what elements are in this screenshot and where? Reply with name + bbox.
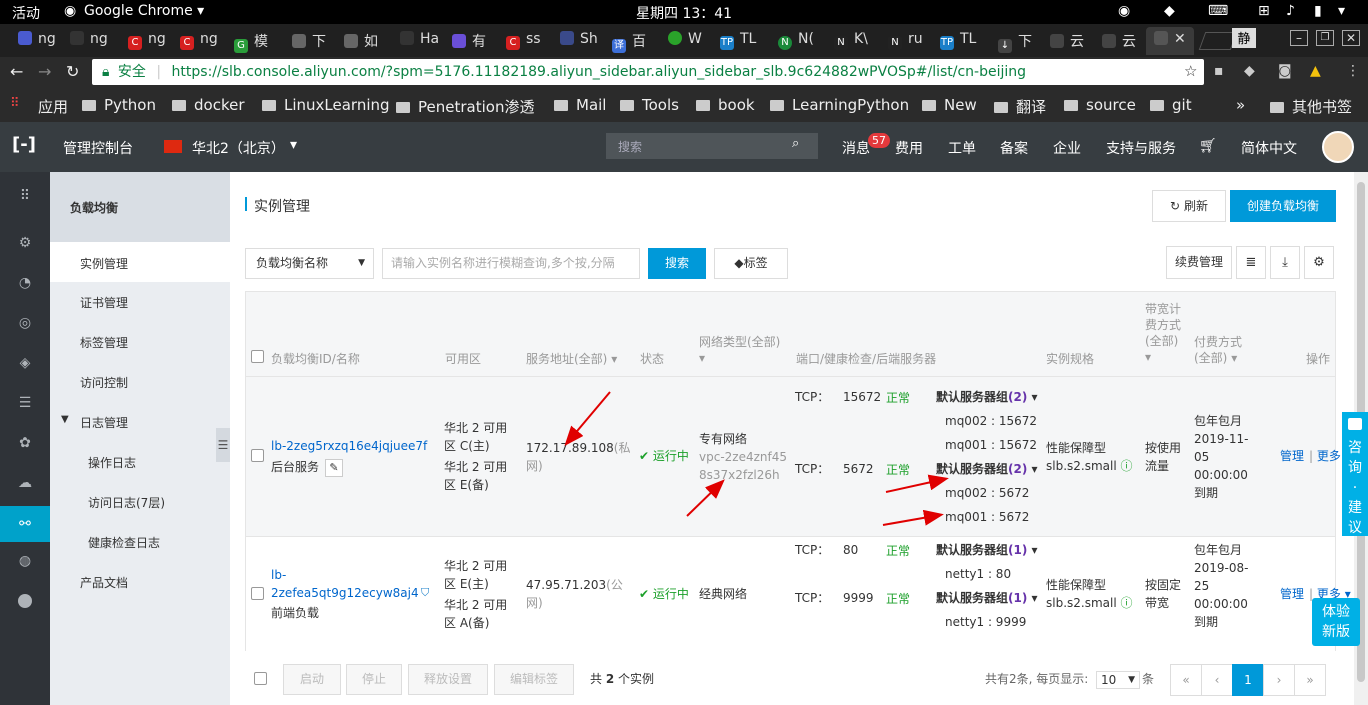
annotation-arrow: [686, 479, 725, 517]
annotation-arrow: [885, 474, 949, 493]
annotation-arrow: [564, 391, 611, 447]
annotation-arrow: [882, 509, 944, 526]
annotation-arrows: [564, 391, 949, 526]
